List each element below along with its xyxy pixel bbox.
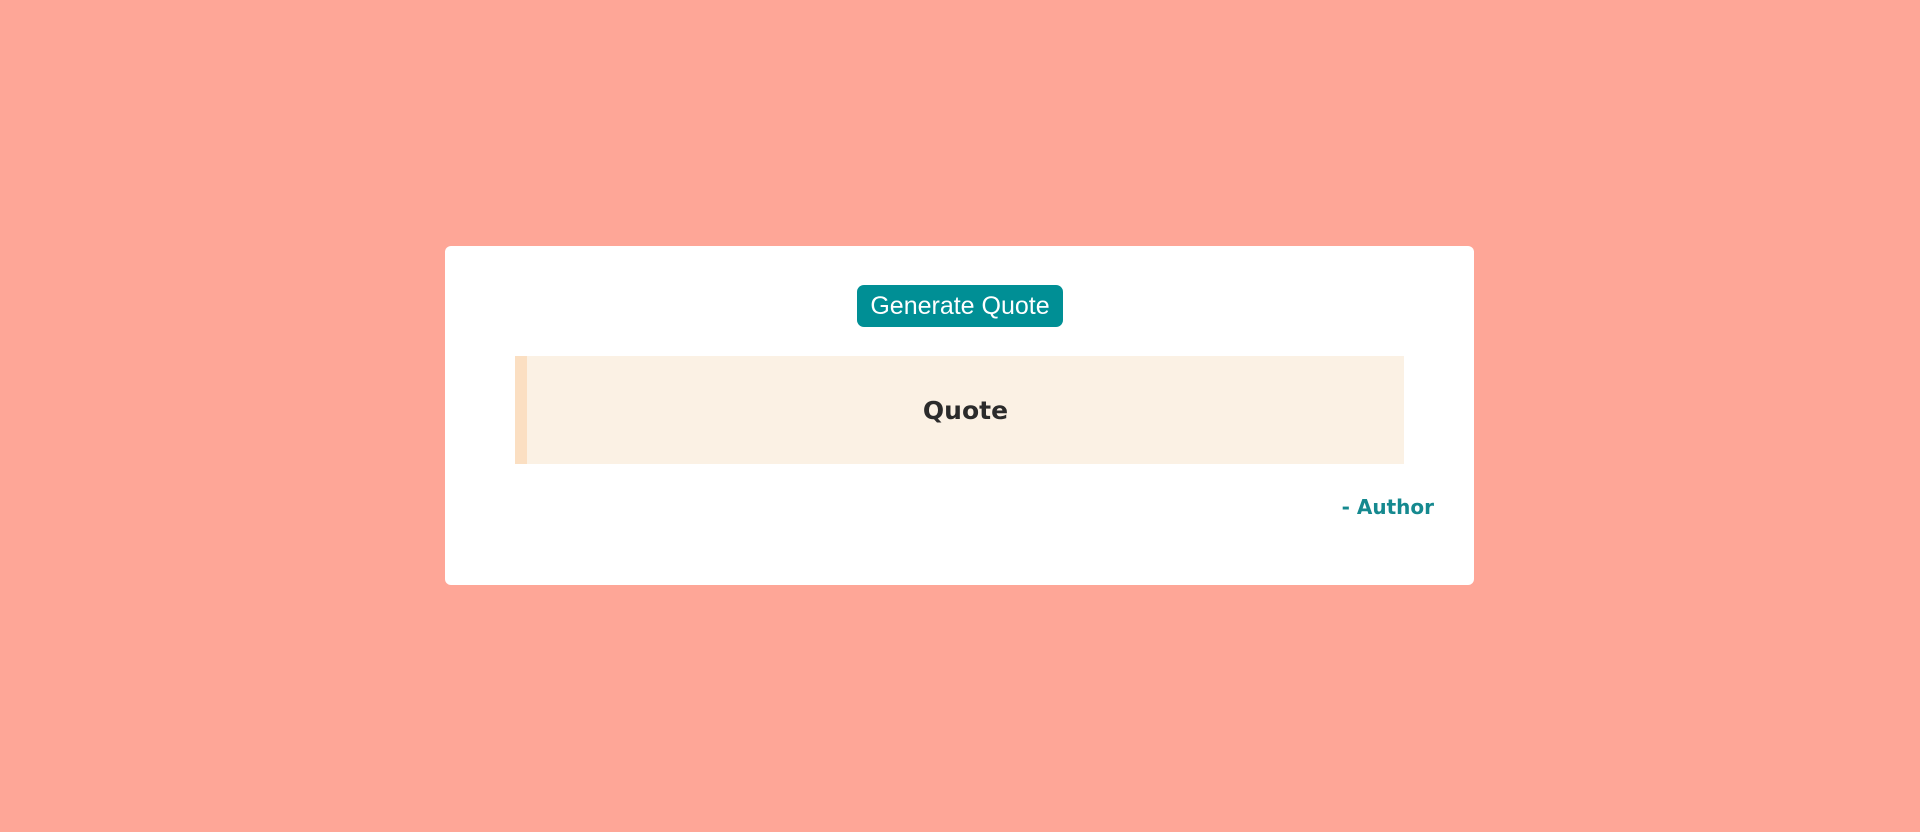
generate-quote-button[interactable]: Generate Quote xyxy=(857,285,1063,327)
quote-author: - Author xyxy=(1341,495,1434,519)
quote-card: Generate Quote Quote - Author xyxy=(445,246,1474,585)
quote-text: Quote xyxy=(922,395,1009,425)
quote-box: Quote xyxy=(515,356,1404,464)
